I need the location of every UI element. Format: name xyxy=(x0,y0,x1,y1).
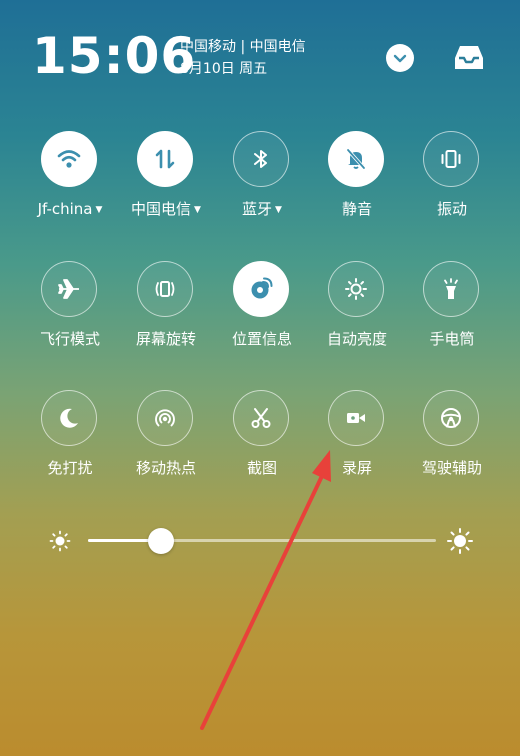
toggle-mobile-data[interactable]: 中国电信 ▼ xyxy=(118,131,214,231)
toggle-screenshot-circle[interactable] xyxy=(233,390,289,446)
toggle-wifi-label: Jf-china ▼ xyxy=(37,200,103,218)
toggle-screen-record-label: 录屏 xyxy=(341,459,372,477)
toggle-do-not-disturb-circle[interactable] xyxy=(41,390,97,446)
brightness-slider-row xyxy=(40,520,490,560)
toggle-screen-rotation[interactable]: 屏幕旋转 xyxy=(118,261,214,361)
toggle-wifi-circle[interactable] xyxy=(41,131,97,187)
toggle-screen-record-circle[interactable] xyxy=(328,390,384,446)
toggle-vibrate-label: 振动 xyxy=(436,200,467,218)
brightness-slider[interactable] xyxy=(88,528,436,554)
toggle-screen-rotation-circle[interactable] xyxy=(137,261,193,317)
toggle-driving-assist[interactable]: 驾驶辅助 xyxy=(404,390,500,490)
toggle-bluetooth-circle[interactable] xyxy=(233,131,289,187)
toggle-bluetooth-label: 蓝牙 ▼ xyxy=(242,200,282,218)
dropdown-caret-icon[interactable]: ▼ xyxy=(275,205,282,215)
clock: 15:06 xyxy=(32,27,197,85)
toggle-mute-circle[interactable] xyxy=(328,131,384,187)
toggle-driving-assist-label: 驾驶辅助 xyxy=(421,459,482,477)
toggle-airplane-circle[interactable] xyxy=(41,261,97,317)
toggle-auto-brightness[interactable]: 自动亮度 xyxy=(309,261,405,361)
toggle-mobile-data-label: 中国电信 ▼ xyxy=(131,200,201,218)
toggle-location-label: 位置信息 xyxy=(231,330,292,348)
scissors-icon xyxy=(251,408,271,428)
dropdown-caret-icon[interactable]: ▼ xyxy=(194,205,201,215)
flashlight-icon xyxy=(444,278,458,299)
toggle-mute[interactable]: 静音 xyxy=(309,131,405,231)
toggle-do-not-disturb-label: 免打扰 xyxy=(47,459,93,477)
toggle-location[interactable]: 位置信息 xyxy=(214,261,310,361)
wifi-icon xyxy=(57,150,81,168)
toggle-flashlight-label: 手电筒 xyxy=(429,330,475,348)
toggle-bluetooth[interactable]: 蓝牙 ▼ xyxy=(214,131,310,231)
notification-tray-button[interactable] xyxy=(452,42,486,72)
carrier-info: 中国移动 | 中国电信 xyxy=(180,39,306,55)
screen-record-icon xyxy=(347,413,365,423)
expand-panel-button[interactable] xyxy=(386,44,414,72)
toggle-driving-assist-circle[interactable] xyxy=(423,390,479,446)
dropdown-caret-icon[interactable]: ▼ xyxy=(96,205,103,215)
toggle-location-circle[interactable] xyxy=(233,261,289,317)
mobile-data-icon xyxy=(155,149,175,169)
location-icon xyxy=(251,277,273,299)
brightness-high-icon xyxy=(447,528,473,554)
toggle-hotspot-circle[interactable] xyxy=(137,390,193,446)
vibrate-icon xyxy=(441,150,461,168)
chevron-down-icon xyxy=(393,54,407,63)
toggle-screen-record[interactable]: 录屏 xyxy=(309,390,405,490)
steering-wheel-icon xyxy=(441,408,461,428)
bluetooth-icon xyxy=(254,150,267,168)
toggle-vibrate[interactable]: 振动 xyxy=(404,131,500,231)
moon-icon xyxy=(60,408,78,428)
inbox-tray-icon xyxy=(455,46,483,69)
toggle-auto-brightness-label: 自动亮度 xyxy=(326,330,387,348)
toggle-do-not-disturb[interactable]: 免打扰 xyxy=(22,390,118,490)
toggle-screen-rotation-label: 屏幕旋转 xyxy=(135,330,196,348)
toggle-hotspot[interactable]: 移动热点 xyxy=(118,390,214,490)
brightness-low-icon xyxy=(49,530,71,552)
hotspot-icon xyxy=(155,409,175,427)
status-header: 15:06 中国移动 | 中国电信 8月10日 周五 xyxy=(0,0,520,100)
toggle-wifi[interactable]: Jf-china ▼ xyxy=(22,131,118,231)
annotation-arrow xyxy=(200,450,331,730)
toggle-flashlight-circle[interactable] xyxy=(423,261,479,317)
toggle-hotspot-label: 移动热点 xyxy=(135,459,196,477)
toggle-flashlight[interactable]: 手电筒 xyxy=(404,261,500,361)
toggle-mute-label: 静音 xyxy=(341,200,372,218)
brightness-thumb[interactable] xyxy=(148,528,175,554)
toggle-screenshot-label: 截图 xyxy=(246,459,277,477)
toggle-mobile-data-circle[interactable] xyxy=(137,131,193,187)
date-info: 8月10日 周五 xyxy=(180,61,268,77)
toggle-airplane-label: 飞行模式 xyxy=(39,330,100,348)
mute-bell-icon xyxy=(346,148,366,170)
airplane-icon xyxy=(58,279,79,299)
toggle-airplane[interactable]: 飞行模式 xyxy=(22,261,118,361)
toggle-auto-brightness-circle[interactable] xyxy=(328,261,384,317)
screen-rotation-icon xyxy=(155,281,175,297)
toggle-vibrate-circle[interactable] xyxy=(423,131,479,187)
toggle-screenshot[interactable]: 截图 xyxy=(214,390,310,490)
auto-brightness-icon xyxy=(345,278,367,300)
